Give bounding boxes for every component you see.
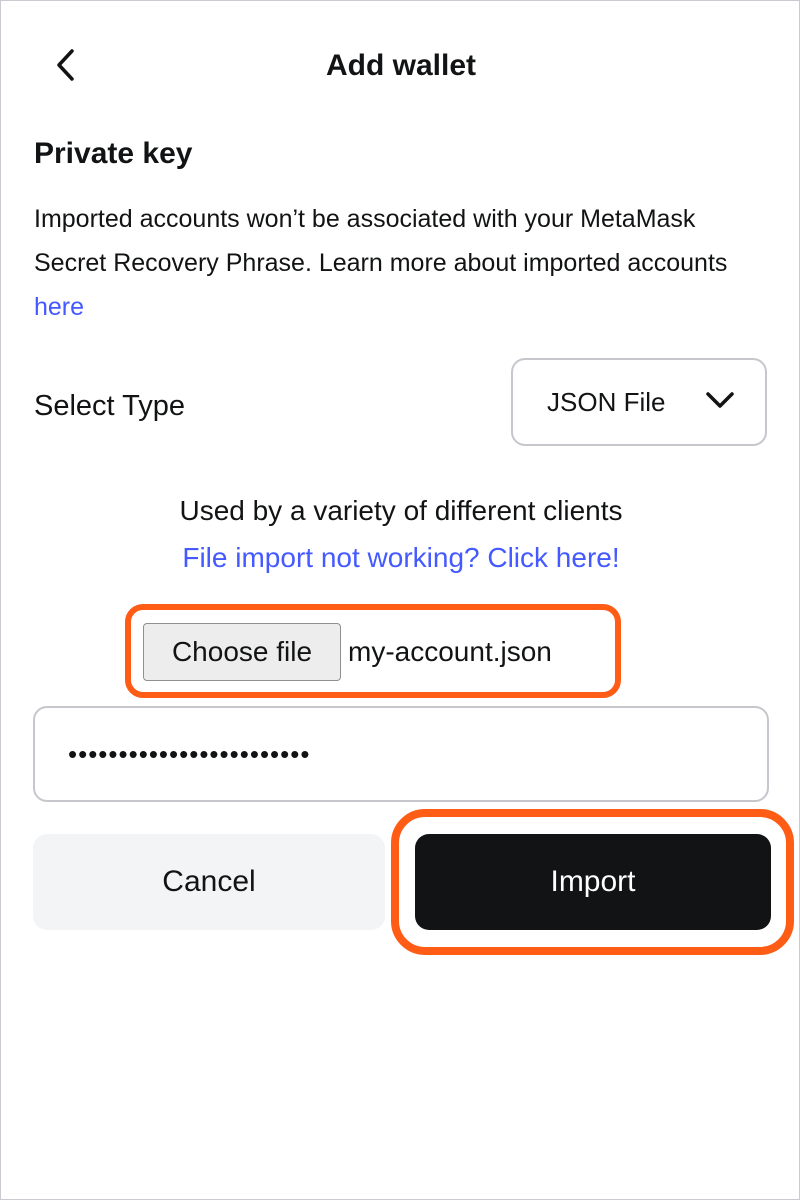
- choose-file-button[interactable]: Choose file: [143, 623, 341, 681]
- description-text: Imported accounts won’t be associated wi…: [34, 205, 728, 277]
- import-description: Imported accounts won’t be associated wi…: [34, 197, 754, 329]
- select-type-value: JSON File: [547, 386, 666, 417]
- select-type-label: Select Type: [34, 390, 186, 422]
- add-wallet-screen: Add wallet Private key Imported accounts…: [0, 0, 800, 1200]
- chevron-down-icon: [706, 392, 734, 408]
- json-info-text: Used by a variety of different clients: [179, 495, 623, 526]
- learn-more-link[interactable]: here: [34, 293, 84, 321]
- password-input[interactable]: ••••••••••••••••••••••••: [33, 706, 769, 802]
- page-title: Add wallet: [325, 49, 476, 82]
- section-title: Private key: [34, 137, 193, 170]
- select-type-dropdown[interactable]: JSON File: [511, 358, 767, 446]
- selected-file-name: my-account.json: [348, 636, 552, 667]
- cancel-button[interactable]: Cancel: [33, 834, 385, 930]
- file-import-help-link[interactable]: File import not working? Click here!: [1, 538, 800, 578]
- import-button[interactable]: Import: [415, 834, 771, 930]
- password-value: ••••••••••••••••••••••••: [68, 738, 311, 769]
